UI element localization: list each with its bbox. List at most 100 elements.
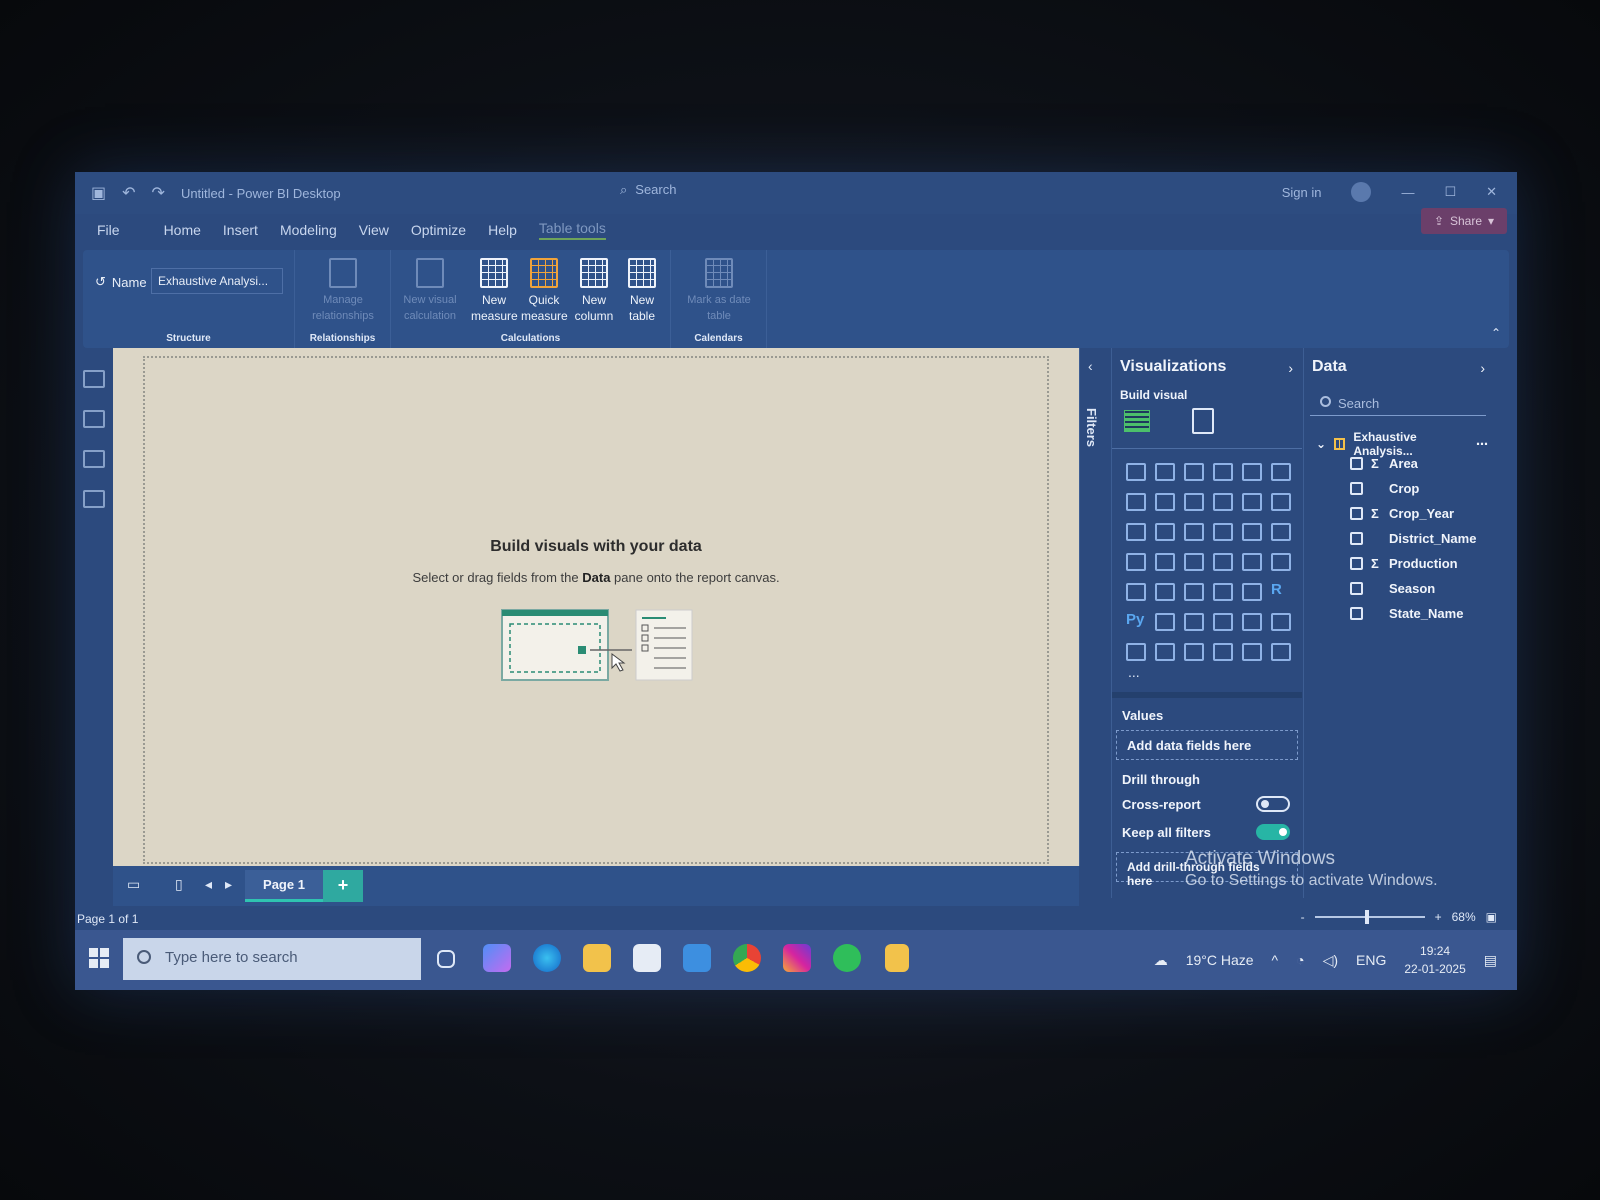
filters-pane-collapsed[interactable]: ‹ Filters: [1079, 348, 1109, 866]
fit-to-page-icon[interactable]: ▣: [1486, 910, 1497, 924]
zoom-out-icon[interactable]: -: [1301, 910, 1305, 924]
100-stacked-column-chart-icon[interactable]: [1271, 463, 1291, 481]
slicer-icon[interactable]: [1184, 583, 1204, 601]
pie-chart-icon[interactable]: [1242, 523, 1262, 541]
edge-icon[interactable]: [533, 944, 561, 972]
clock[interactable]: 19:24 22-01-2025: [1404, 942, 1465, 978]
notification-icon[interactable]: ▤: [1484, 952, 1497, 969]
volume-icon[interactable]: ◁): [1323, 952, 1338, 969]
r-script-visual-icon[interactable]: R: [1271, 581, 1291, 599]
field-district-name[interactable]: District_Name: [1350, 531, 1476, 546]
new-visual-calculation-button[interactable]: New visual calculation: [395, 258, 465, 324]
checkbox[interactable]: [1350, 532, 1363, 545]
share-button[interactable]: ⇪ Share ▾: [1421, 208, 1507, 234]
clustered-bar-chart-icon[interactable]: [1184, 463, 1204, 481]
menu-home[interactable]: Home: [164, 222, 201, 238]
undo-icon[interactable]: ↶: [122, 183, 135, 203]
mark-as-date-table-button[interactable]: Mark as date table: [677, 258, 761, 324]
sign-in-link[interactable]: Sign in: [1282, 185, 1322, 200]
mail-icon[interactable]: [683, 944, 711, 972]
line-and-stacked-column-chart-icon[interactable]: [1242, 493, 1262, 511]
whatsapp-icon[interactable]: [833, 944, 861, 972]
checkbox[interactable]: [1350, 482, 1363, 495]
file-explorer-icon[interactable]: [583, 944, 611, 972]
gauge-icon[interactable]: [1242, 553, 1262, 571]
donut-chart-icon[interactable]: [1271, 523, 1291, 541]
redo-icon[interactable]: ↷: [152, 183, 165, 203]
collapse-ribbon-icon[interactable]: ⌃: [1491, 326, 1501, 340]
checkbox[interactable]: [1350, 607, 1363, 620]
chevron-up-icon[interactable]: ^: [1272, 952, 1279, 968]
more-options-icon[interactable]: ⋯: [1476, 437, 1488, 451]
clustered-column-chart-icon[interactable]: [1213, 463, 1233, 481]
weather-text[interactable]: 19°C Haze: [1186, 952, 1254, 968]
previous-page-icon[interactable]: ◂: [205, 876, 212, 893]
windows-start-icon[interactable]: [89, 948, 109, 968]
close-icon[interactable]: ✕: [1486, 184, 1497, 200]
microsoft-store-icon[interactable]: [633, 944, 661, 972]
page-tab[interactable]: Page 1: [245, 870, 323, 902]
chevron-visual-icon[interactable]: [1271, 643, 1291, 661]
decomposition-tree-icon[interactable]: [1184, 613, 1204, 631]
area-chart-icon[interactable]: [1155, 493, 1175, 511]
zoom-slider[interactable]: [1314, 910, 1425, 924]
title-search[interactable]: ⌕ Search: [620, 182, 676, 198]
chevron-down-icon[interactable]: ⌄: [1316, 437, 1326, 451]
report-canvas[interactable]: Build visuals with your data Select or d…: [143, 356, 1049, 864]
model-view-icon[interactable]: [83, 450, 105, 468]
100-stacked-bar-chart-icon[interactable]: [1242, 463, 1262, 481]
avatar[interactable]: [1351, 182, 1372, 202]
chevron-left-icon[interactable]: ‹: [1088, 358, 1093, 374]
paginated-report-icon[interactable]: [1126, 643, 1146, 661]
more-visuals-button[interactable]: ...: [1128, 664, 1140, 680]
field-season[interactable]: Season: [1350, 581, 1435, 596]
report-view-icon[interactable]: [83, 370, 105, 388]
ribbon-chart-icon[interactable]: [1126, 523, 1146, 541]
menu-view[interactable]: View: [359, 222, 389, 238]
save-icon[interactable]: ▣: [91, 183, 106, 203]
new-column-button[interactable]: New column: [571, 258, 617, 324]
scatter-chart-icon[interactable]: [1213, 523, 1233, 541]
checkbox[interactable]: [1350, 582, 1363, 595]
matrix-icon[interactable]: [1242, 583, 1262, 601]
arcgis-map-icon[interactable]: [1213, 643, 1233, 661]
field-area[interactable]: Σ Area: [1350, 456, 1418, 471]
desktop-layout-icon[interactable]: ▭: [127, 876, 140, 893]
line-chart-icon[interactable]: [1126, 493, 1146, 511]
manage-relationships-button[interactable]: Manage relationships: [305, 258, 381, 324]
power-apps-icon[interactable]: [1155, 643, 1175, 661]
add-page-button[interactable]: +: [323, 870, 363, 902]
table-node[interactable]: ⌄ Exhaustive Analysis... ⋯: [1316, 430, 1488, 458]
chevron-right-icon[interactable]: ›: [1288, 360, 1293, 376]
smart-narrative-icon[interactable]: [1242, 613, 1262, 631]
card-icon[interactable]: [1271, 553, 1291, 571]
diamond-visual-icon[interactable]: [1242, 643, 1262, 661]
menu-help[interactable]: Help: [488, 222, 517, 238]
menu-file[interactable]: File: [97, 222, 120, 238]
checkbox[interactable]: [1350, 507, 1363, 520]
instagram-icon[interactable]: [783, 944, 811, 972]
trophy-goals-icon[interactable]: [1271, 613, 1291, 631]
taskbar-search-input[interactable]: Type here to search: [123, 938, 421, 980]
azure-map-icon[interactable]: [1213, 553, 1233, 571]
key-influencers-icon[interactable]: [1155, 613, 1175, 631]
filled-map-icon[interactable]: [1184, 553, 1204, 571]
table-view-icon[interactable]: [83, 410, 105, 428]
map-icon[interactable]: [1155, 553, 1175, 571]
menu-modeling[interactable]: Modeling: [280, 222, 337, 238]
menu-insert[interactable]: Insert: [223, 222, 258, 238]
field-crop[interactable]: Crop: [1350, 481, 1419, 496]
task-view-icon[interactable]: [437, 950, 455, 968]
checkbox[interactable]: [1350, 557, 1363, 570]
mobile-layout-icon[interactable]: ▯: [175, 876, 183, 893]
keep-all-filters-toggle[interactable]: [1256, 824, 1290, 840]
treemap-icon[interactable]: [1126, 553, 1146, 571]
stacked-area-chart-icon[interactable]: [1184, 493, 1204, 511]
waterfall-chart-icon[interactable]: [1155, 523, 1175, 541]
next-page-icon[interactable]: ▸: [225, 876, 232, 893]
funnel-chart-icon[interactable]: [1184, 523, 1204, 541]
network-icon[interactable]: ◔: [1296, 952, 1304, 968]
build-visual-tab-icon[interactable]: [1124, 410, 1150, 432]
chevron-right-icon[interactable]: ›: [1480, 360, 1485, 376]
zoom-in-icon[interactable]: +: [1435, 910, 1442, 924]
